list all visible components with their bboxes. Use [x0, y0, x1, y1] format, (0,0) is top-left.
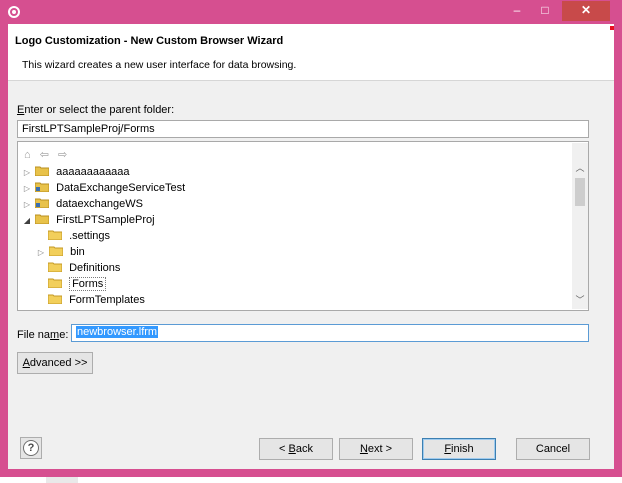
folder-tree[interactable]: ⌂ ⇦ ⇨ ▷ aaaaaaaaaaaa ▷ DataExchangeServi…	[17, 141, 589, 311]
tree-item-label: .settings	[69, 230, 111, 242]
folder-icon	[48, 294, 62, 304]
expand-arrow-icon[interactable]: ▷	[22, 197, 32, 213]
file-name-label: File name:	[17, 329, 69, 341]
tree-item-label: DataExchangeServiceTest	[56, 182, 186, 194]
tree-item-label: FirstLPTSampleProj	[56, 214, 155, 226]
title-bar: – □ ✕	[0, 0, 622, 24]
help-button[interactable]: ?	[20, 437, 42, 459]
tree-item-label: bin	[70, 246, 85, 258]
folder-icon	[48, 230, 62, 240]
help-icon: ?	[23, 440, 39, 456]
project-folder-icon	[35, 198, 50, 208]
tree-item-label: Definitions	[69, 262, 121, 274]
wizard-description: This wizard creates a new user interface…	[22, 59, 297, 71]
wizard-dialog: Logo Customization - New Custom Browser …	[8, 24, 614, 469]
project-folder-icon	[35, 166, 50, 176]
tree-scrollbar[interactable]: ︿ ﹀	[572, 143, 588, 309]
tree-item-dataexchangews[interactable]: ▷ dataexchangeWS	[22, 196, 143, 212]
scroll-down-icon[interactable]: ﹀	[572, 293, 588, 306]
tree-nav-toolbar[interactable]: ⌂ ⇦ ⇨	[24, 148, 70, 162]
wizard-header: Logo Customization - New Custom Browser …	[8, 24, 614, 81]
taskbar-fragment	[46, 477, 78, 483]
folder-icon	[48, 262, 62, 272]
advanced-button[interactable]: Advanced >>	[17, 352, 93, 374]
finish-button[interactable]: Finish	[422, 438, 496, 460]
cancel-button[interactable]: Cancel	[516, 438, 590, 460]
home-icon[interactable]: ⌂ ⇦ ⇨	[24, 149, 70, 161]
parent-folder-label: Enter or select the parent folder:	[17, 104, 175, 116]
next-button[interactable]: Next >	[339, 438, 413, 460]
tree-item-label: aaaaaaaaaaaa	[56, 166, 130, 178]
tree-item-forms[interactable]: Forms	[48, 276, 107, 292]
tree-item-label: Forms	[69, 277, 107, 291]
minimize-button[interactable]: –	[503, 0, 531, 22]
project-folder-icon	[35, 182, 50, 192]
file-name-input[interactable]: newbrowser.lfrm	[71, 324, 589, 342]
expand-arrow-icon[interactable]: ▷	[22, 165, 32, 181]
maximize-button[interactable]: □	[531, 0, 559, 22]
tree-item-formtemplates[interactable]: FormTemplates	[48, 292, 145, 308]
scroll-thumb[interactable]	[575, 178, 585, 206]
folder-icon	[48, 278, 62, 288]
scroll-up-icon[interactable]: ︿	[572, 161, 588, 174]
project-folder-icon	[35, 214, 50, 224]
expand-arrow-icon[interactable]: ▷	[22, 181, 32, 197]
error-marker	[610, 26, 614, 30]
tree-item-aaaaaaaaaaaa[interactable]: ▷ aaaaaaaaaaaa	[22, 164, 130, 180]
tree-item-firstlptsampleproj[interactable]: ◢ FirstLPTSampleProj	[22, 212, 155, 228]
tree-item-settings[interactable]: .settings	[48, 228, 110, 244]
folder-icon	[49, 246, 64, 256]
tree-item-label: FormTemplates	[69, 294, 145, 306]
app-gear-icon	[7, 5, 21, 19]
parent-folder-input[interactable]: FirstLPTSampleProj/Forms	[17, 120, 589, 138]
collapse-arrow-icon[interactable]: ◢	[22, 213, 32, 229]
tree-item-definitions[interactable]: Definitions	[48, 260, 120, 276]
file-name-value: newbrowser.lfrm	[76, 326, 159, 338]
expand-arrow-icon[interactable]: ▷	[36, 245, 46, 261]
close-button[interactable]: ✕	[562, 1, 610, 21]
back-button[interactable]: < Back	[259, 438, 333, 460]
wizard-title: Logo Customization - New Custom Browser …	[15, 35, 284, 47]
tree-item-dataexchangeservicetest[interactable]: ▷ DataExchangeServiceTest	[22, 180, 185, 196]
tree-item-bin[interactable]: ▷ bin	[36, 244, 85, 260]
tree-item-label: dataexchangeWS	[56, 198, 143, 210]
